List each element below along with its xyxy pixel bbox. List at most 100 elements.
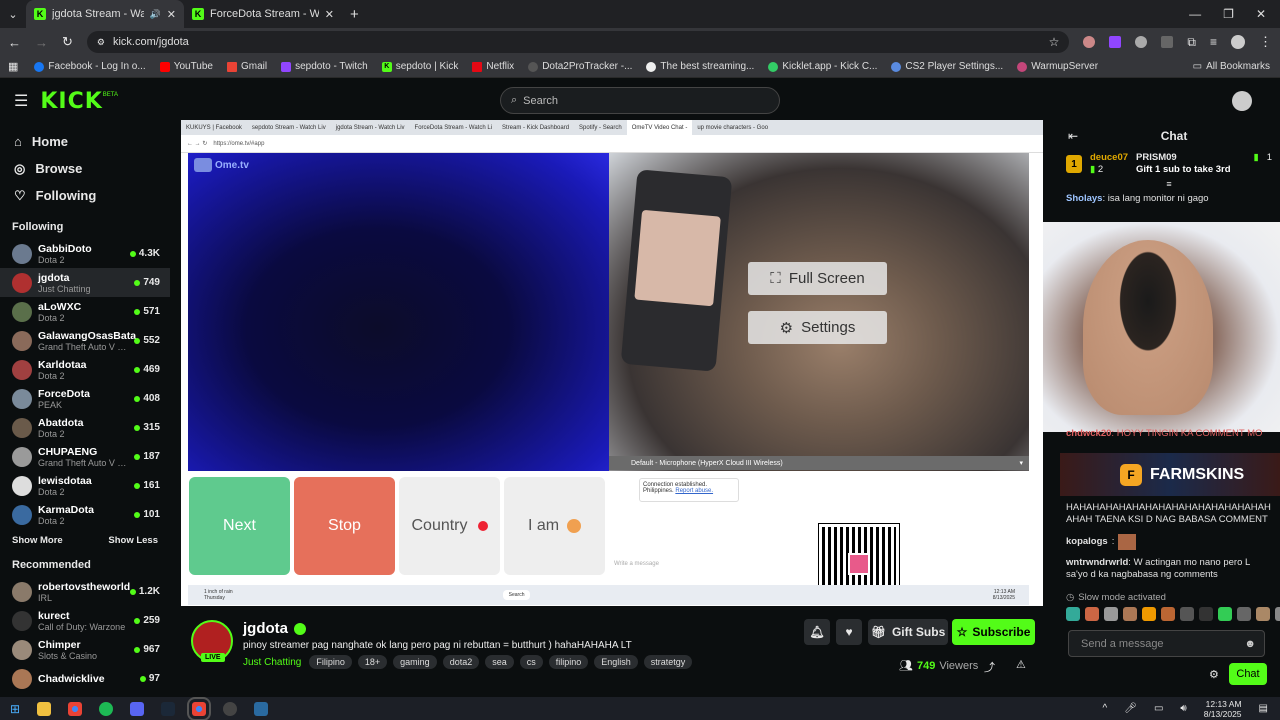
forward-icon[interactable]: → <box>35 35 48 50</box>
bookmark-dota2protracker[interactable]: Dota2ProTracker -... <box>528 61 632 72</box>
tab-jgdota[interactable]: K jgdota Stream - Watch Live 🔊 ✕ <box>26 0 184 28</box>
all-bookmarks-button[interactable]: ▭ All Bookmarks <box>1193 61 1270 72</box>
apps-grid-icon[interactable]: ▦ <box>8 60 18 73</box>
new-tab-button[interactable]: + <box>342 0 367 28</box>
close-window-icon[interactable]: ✕ <box>1256 7 1266 21</box>
bookmark-kicklet[interactable]: Kicklet.app - Kick C... <box>768 61 877 72</box>
channel-item[interactable]: GalawangOsasBata Grand Theft Auto V (G...… <box>0 326 170 355</box>
stream-tag[interactable]: dota2 <box>442 655 480 669</box>
bookmark-cs2-settings[interactable]: CS2 Player Settings... <box>891 61 1003 72</box>
tray-chevron-icon[interactable]: ^ <box>1103 703 1108 714</box>
gift-sub-prompt[interactable]: Gift 1 sub to take 3rd <box>1136 164 1272 176</box>
close-tab-icon[interactable]: ✕ <box>167 8 176 21</box>
report-warning-icon[interactable]: ⚠ <box>1016 658 1026 671</box>
emote-icon[interactable] <box>1237 607 1251 621</box>
bookmark-sepdoto-twitch[interactable]: sepdoto - Twitch <box>281 61 368 72</box>
emote-icon[interactable] <box>1275 607 1280 621</box>
kick-logo[interactable]: KICK <box>40 89 102 114</box>
channel-item[interactable]: aLoWXC Dota 2 571 <box>0 297 170 326</box>
ome-message-input[interactable]: Write a message <box>614 561 659 567</box>
minimize-icon[interactable]: — <box>1189 7 1201 21</box>
channel-item[interactable]: lewisdotaa Dota 2 161 <box>0 471 170 500</box>
channel-item[interactable]: Karldotaa Dota 2 469 <box>0 355 170 384</box>
channel-item[interactable]: kurect Call of Duty: Warzone 259 <box>0 606 170 635</box>
bookmark-streaming[interactable]: The best streaming... <box>646 61 754 72</box>
windows-start-icon[interactable]: ⊞ <box>10 702 20 716</box>
emote-icon[interactable] <box>1142 607 1156 621</box>
emote-icon[interactable] <box>1104 607 1118 621</box>
back-icon[interactable]: ← <box>8 35 21 50</box>
bookmark-netflix[interactable]: Netflix <box>472 61 514 72</box>
stream-tag[interactable]: cs <box>519 655 543 669</box>
spotify-icon[interactable] <box>99 701 114 716</box>
bookmark-facebook[interactable]: Facebook - Log In o... <box>34 61 146 72</box>
channel-item[interactable]: jgdota Just Chatting 749 <box>0 268 170 297</box>
extension-icon[interactable] <box>1161 36 1174 48</box>
file-explorer-icon[interactable] <box>37 701 52 716</box>
channel-item[interactable]: robertovstheworld IRL 1.2K <box>0 577 170 606</box>
stream-tag[interactable]: stratetgy <box>643 655 693 669</box>
tab-search-button[interactable]: ⌄ <box>0 0 26 28</box>
volume-icon[interactable]: 🔊︎ <box>1180 703 1186 714</box>
i-am-button[interactable]: I am <box>504 477 605 575</box>
next-button[interactable]: Next <box>189 477 290 575</box>
extensions-puzzle-icon[interactable]: ⧉ <box>1187 35 1196 50</box>
stream-tag[interactable]: Filipino <box>309 655 352 669</box>
full-screen-button[interactable]: ⛶ Full Screen <box>748 262 887 295</box>
url-field[interactable]: ⚙ kick.com/jgdota ☆ <box>86 31 1070 53</box>
stream-tag[interactable]: 18+ <box>357 655 388 669</box>
stop-button[interactable]: Stop <box>294 477 395 575</box>
country-button[interactable]: Country <box>399 477 500 575</box>
nav-following[interactable]: ♡ Following <box>0 182 170 209</box>
microphone-select[interactable]: Default - Microphone (HyperX Cloud III W… <box>609 456 1029 470</box>
bookmark-warmupserver[interactable]: WarmupServer <box>1017 61 1098 72</box>
restore-icon[interactable]: ❐ <box>1223 7 1234 21</box>
stream-tag[interactable]: sea <box>485 655 514 669</box>
show-less-button[interactable]: Show Less <box>108 535 158 546</box>
chat-send-button[interactable]: Chat <box>1229 663 1267 685</box>
bookmark-star-icon[interactable]: ☆ <box>1049 35 1060 49</box>
bookmark-gmail[interactable]: Gmail <box>226 61 267 72</box>
search-input[interactable]: ⌕ Search <box>500 87 780 114</box>
tab-forcedota[interactable]: K ForceDota Stream - Watch Live ✕ <box>184 0 342 28</box>
stream-tag[interactable]: gaming <box>393 655 437 669</box>
settings-button[interactable]: ⚙ Settings <box>748 311 887 344</box>
emote-icon[interactable] <box>1123 607 1137 621</box>
app-icon[interactable] <box>223 701 238 716</box>
subscribe-button[interactable]: ☆ Subscribe <box>952 619 1035 645</box>
category-link[interactable]: Just Chatting <box>243 657 301 668</box>
menu-icon[interactable]: ☰ <box>14 91 28 111</box>
channel-item[interactable]: ForceDota PEAK 408 <box>0 384 170 413</box>
emote-icon[interactable] <box>1218 607 1232 621</box>
browser-menu-icon[interactable]: ⋮ <box>1259 34 1272 50</box>
bookmark-sepdoto-kick[interactable]: Ksepdoto | Kick <box>381 61 458 72</box>
chrome-icon[interactable] <box>68 701 83 716</box>
user-avatar[interactable] <box>1232 91 1252 111</box>
video-player[interactable]: KUKUYS | Facebook sepdoto Stream - Watch … <box>181 120 1043 606</box>
share-icon[interactable]: ⤴ <box>984 659 995 675</box>
discord-icon[interactable] <box>130 701 145 716</box>
stream-tag[interactable]: English <box>594 655 638 669</box>
nav-browse[interactable]: ◎ Browse <box>0 155 170 182</box>
emote-icon[interactable] <box>1161 607 1175 621</box>
emote-icon[interactable] <box>1256 607 1270 621</box>
follow-heart-button[interactable]: ♥ <box>836 619 862 645</box>
show-more-button[interactable]: Show More <box>12 535 63 546</box>
twitch-extension-icon[interactable] <box>1109 36 1122 48</box>
notification-bell-button[interactable]: 🔔︎ <box>804 619 830 645</box>
channel-item[interactable]: Chadwicklive 97 <box>0 664 170 693</box>
steam-icon[interactable] <box>161 701 176 716</box>
app-icon[interactable] <box>254 701 269 716</box>
microphone-icon[interactable]: 🎤︎ <box>1124 703 1137 714</box>
stream-tag[interactable]: filipino <box>548 655 589 669</box>
audio-icon[interactable]: 🔊 <box>150 9 161 20</box>
streamer-name[interactable]: jgdota <box>243 620 288 637</box>
collapse-chat-icon[interactable]: ⇤ <box>1068 129 1078 143</box>
media-controls-icon[interactable]: ≡ <box>1210 35 1217 49</box>
reload-icon[interactable]: ↻ <box>62 34 73 50</box>
chat-message-input[interactable]: Send a message ☻ <box>1068 630 1265 657</box>
gift-subs-button[interactable]: 🎁︎ Gift Subs <box>868 619 948 645</box>
extension-icon[interactable] <box>1135 36 1148 48</box>
nav-home[interactable]: ⌂ Home <box>0 128 170 155</box>
channel-item[interactable]: Abatdota Dota 2 315 <box>0 413 170 442</box>
